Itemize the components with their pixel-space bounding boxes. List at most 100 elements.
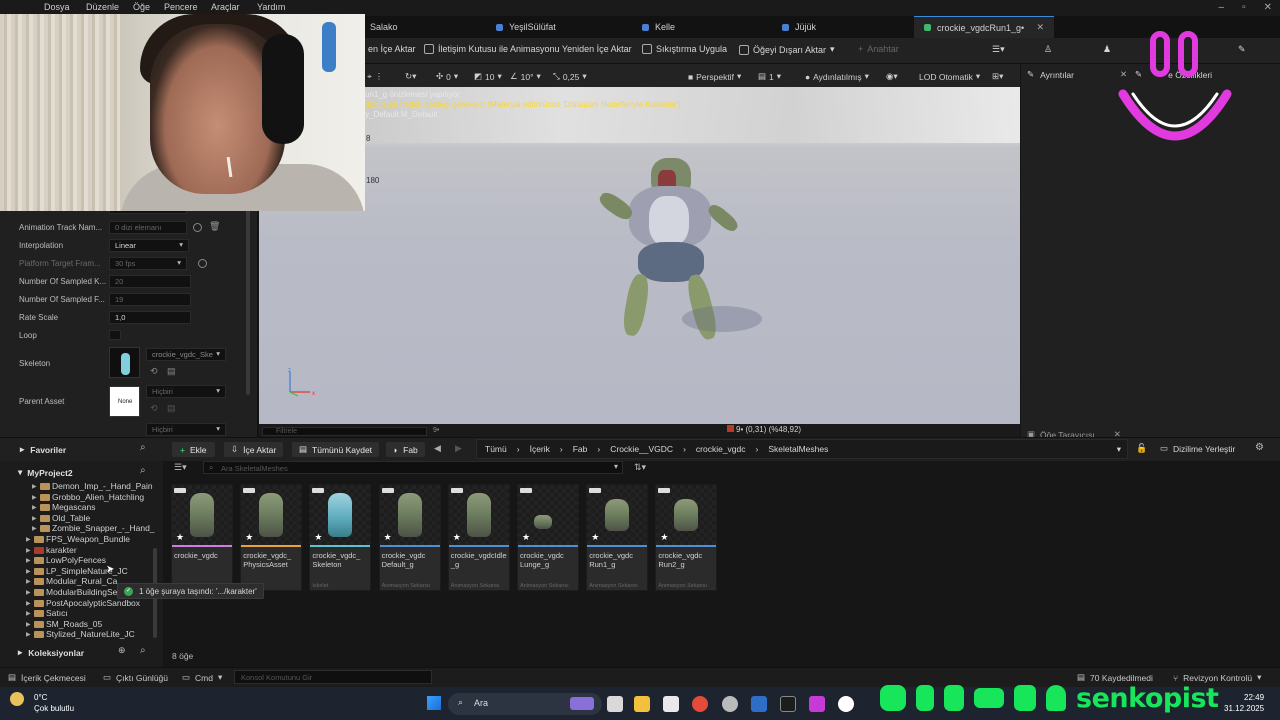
- fab-button[interactable]: ◗ Fab: [386, 442, 425, 457]
- back-icon[interactable]: ◀: [434, 443, 441, 454]
- asset-tile[interactable]: ★ crockie_vgdc Run2_g Animasyon Sekansı: [655, 484, 718, 591]
- epic-games-icon[interactable]: [780, 696, 796, 712]
- asset-tile[interactable]: ★ crockie_vgdc Run1_g Animasyon Sekansı: [586, 484, 649, 591]
- project-root[interactable]: ▾ MyProject2: [18, 467, 73, 478]
- sampled-keys-field[interactable]: 20: [109, 275, 191, 288]
- layout-dropdown[interactable]: ⊞▾: [992, 71, 1003, 82]
- rate-scale-field[interactable]: 1,0: [109, 311, 191, 324]
- trash-icon[interactable]: 🗑: [209, 221, 220, 232]
- chevron-right-icon[interactable]: ▶: [26, 568, 31, 575]
- revision-control-button[interactable]: ⑂ Revizyon Kontrolü ▾: [1173, 672, 1261, 683]
- chevron-right-icon[interactable]: ▶: [26, 557, 31, 564]
- folder-icon[interactable]: ▤: [167, 403, 176, 414]
- asset-tile[interactable]: ★ crockie_vgdc_ PhysicsAsset: [240, 484, 303, 591]
- parent-asset-thumbnail[interactable]: None: [109, 386, 140, 417]
- menu-help[interactable]: Yardım: [257, 2, 285, 12]
- details-tab[interactable]: ✎ Ayrıntılar ✕: [1027, 69, 1127, 80]
- weather-icon[interactable]: [10, 692, 24, 706]
- grid-snap[interactable]: ◩ 10 ▾: [474, 71, 502, 82]
- tab-crockie-run1[interactable]: crockie_vgdcRun1_g• ✕: [914, 16, 1054, 38]
- tree-folder-item[interactable]: karakter: [46, 545, 156, 555]
- folder-icon[interactable]: ▤: [167, 366, 176, 377]
- content-drawer-button[interactable]: ▤ İçerik Çekmecesi: [8, 672, 86, 683]
- tree-folder-item[interactable]: Demon_Imp_-_Hand_Pain: [52, 481, 162, 491]
- chevron-right-icon[interactable]: ▶: [32, 483, 37, 490]
- unsaved-button[interactable]: ▤ 70 Kaydedilmedi: [1077, 672, 1153, 683]
- chevron-right-icon[interactable]: ▶: [26, 536, 31, 543]
- tree-folder-item[interactable]: Megascans: [52, 502, 162, 512]
- settings-icon[interactable]: ⚙: [1255, 442, 1264, 453]
- menu-window[interactable]: Pencere: [164, 2, 198, 12]
- sampled-frames-field[interactable]: 19: [109, 293, 191, 306]
- collections-header[interactable]: ▸ Koleksiyonlar: [18, 647, 84, 658]
- lower-dropdown[interactable]: Hiçbiri: [146, 423, 226, 436]
- chrome-icon[interactable]: [692, 696, 708, 712]
- file-explorer-icon[interactable]: [634, 696, 650, 712]
- tree-folder-item[interactable]: LowPolyFences: [46, 555, 156, 565]
- tree-folder-item[interactable]: Satıcı: [46, 608, 156, 618]
- chevron-down-icon[interactable]: ▾: [1117, 444, 1121, 455]
- interpolation-dropdown[interactable]: Linear: [109, 239, 189, 252]
- tree-folder-item[interactable]: Grobbo_Alien_Hatchling: [52, 492, 162, 502]
- breadcrumb-item[interactable]: SkeletalMeshes: [768, 444, 828, 454]
- skeleton-mode-button[interactable]: ♙: [1044, 44, 1052, 55]
- steam-icon[interactable]: [751, 696, 767, 712]
- import-asset-button[interactable]: ⇩ İçe Aktar: [224, 442, 284, 457]
- prop-value-track-names[interactable]: 0 dizi elemanı: [109, 221, 187, 234]
- reimport-button[interactable]: İletişim Kutusu ile Animasyonu Yeniden İ…: [424, 44, 632, 54]
- close-icon[interactable]: ✕: [1264, 2, 1272, 13]
- add-collection-icon[interactable]: ⊕: [118, 645, 126, 656]
- browse-icon[interactable]: ⟲: [150, 403, 158, 414]
- breadcrumb-item[interactable]: crockie_vgdc: [696, 444, 746, 454]
- tree-folder-item[interactable]: FPS_Weapon_Bundle: [46, 534, 156, 544]
- apply-compression-button[interactable]: Sıkıştırma Uygula: [642, 44, 727, 54]
- tree-folder-item[interactable]: PostApocalypticSandbox: [46, 598, 156, 608]
- asset-tile[interactable]: ★ crockie_vgdcIdle _g Animasyon Sekansı: [447, 484, 510, 591]
- sort-icon[interactable]: ⇅▾: [634, 462, 646, 473]
- maximize-icon[interactable]: ▫: [1242, 2, 1246, 13]
- blueprint-mode-button[interactable]: ✎: [1238, 44, 1246, 55]
- cmd-dropdown[interactable]: ▭ Cmd ▾: [182, 672, 222, 683]
- weather-widget[interactable]: 0°C Çok bulutlu: [34, 692, 74, 714]
- chevron-down-icon[interactable]: ▾: [614, 462, 618, 471]
- tab-jujuk[interactable]: Jüjük: [782, 16, 816, 38]
- asset-tile[interactable]: ★ crockie_vgdc Default_g Animasyon Sekansı: [378, 484, 441, 591]
- tab-yesilsulufat[interactable]: YeşilSülüfat: [496, 16, 556, 38]
- show-dropdown[interactable]: ◉▾: [886, 71, 898, 82]
- keys-button[interactable]: + Anahtar: [858, 44, 899, 54]
- asset-tile[interactable]: ★ crockie_vgdc Lunge_g Animasyon Sekansı: [517, 484, 579, 591]
- unreal-engine-icon[interactable]: [838, 696, 854, 712]
- asset-tile[interactable]: ★ crockie_vgdc_ Skeleton İskelet: [309, 484, 372, 591]
- breadcrumb-item[interactable]: Fab: [573, 444, 588, 454]
- chevron-right-icon[interactable]: ▶: [26, 621, 31, 628]
- skeleton-thumbnail[interactable]: [109, 347, 140, 378]
- scale-snap[interactable]: ⤡ 0,25 ▾: [553, 71, 587, 82]
- chevron-right-icon[interactable]: ▶: [32, 494, 37, 501]
- forward-icon[interactable]: ▶: [455, 443, 462, 454]
- search-icon[interactable]: ⌕: [140, 442, 146, 453]
- perspective-dropdown[interactable]: ■ Perspektif ▾: [688, 71, 741, 82]
- lit-dropdown[interactable]: ● Aydınlatılmış ▾: [805, 71, 869, 82]
- loop-checkbox[interactable]: [109, 330, 121, 340]
- parent-asset-dropdown[interactable]: Hiçbiri: [146, 385, 226, 398]
- filter-input[interactable]: Filtrele: [262, 427, 427, 436]
- export-button[interactable]: Öğeyi Dışarı Aktar ▾: [739, 44, 835, 55]
- chevron-right-icon[interactable]: ▶: [32, 504, 37, 511]
- dock-in-layout-button[interactable]: ▭ Dizilime Yerleştir: [1160, 443, 1235, 454]
- filter-button[interactable]: ☰▾: [174, 462, 187, 473]
- breadcrumb-item[interactable]: Tümü: [485, 444, 507, 454]
- chevron-right-icon[interactable]: ▶: [26, 578, 31, 585]
- transform-mode[interactable]: ⌖ ⋮: [367, 71, 383, 82]
- chevron-right-icon[interactable]: ▶: [32, 525, 37, 532]
- chevron-right-icon[interactable]: ▶: [26, 600, 31, 607]
- console-input[interactable]: Konsol Komutunu Gir: [234, 670, 432, 684]
- tree-folder-item[interactable]: Stylized_NatureLite_JC: [46, 629, 156, 639]
- close-tab-icon[interactable]: ✕: [1036, 22, 1044, 33]
- translate-snap[interactable]: ✣ 0 ▾: [436, 71, 458, 82]
- chevron-right-icon[interactable]: ▶: [26, 547, 31, 554]
- asset-tile[interactable]: ★ crockie_vgdc: [171, 484, 233, 591]
- target-framerate-dropdown[interactable]: 30 fps: [109, 257, 187, 270]
- minimize-icon[interactable]: –: [1219, 2, 1225, 13]
- menu-edit[interactable]: Düzenle: [86, 2, 119, 12]
- github-icon[interactable]: [722, 696, 738, 712]
